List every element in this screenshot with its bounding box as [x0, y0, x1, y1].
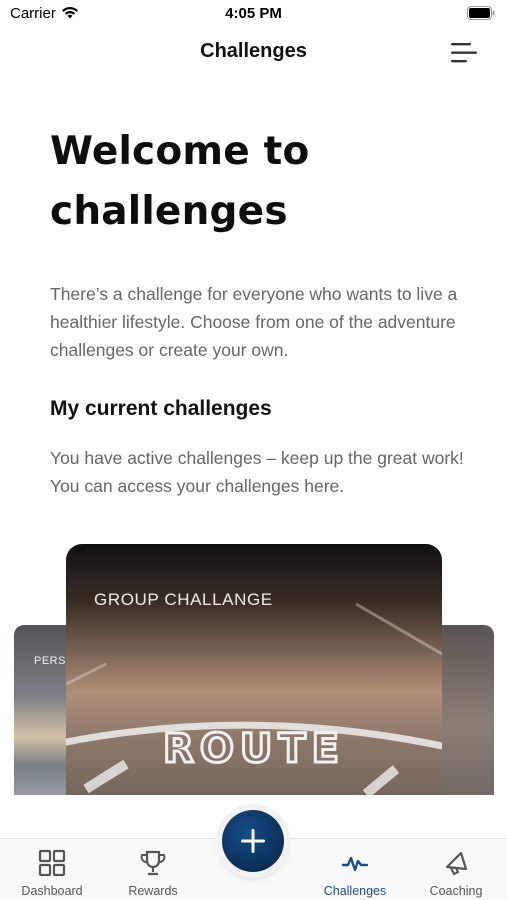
card-label: GROUP CHALLANGE — [94, 590, 273, 609]
battery-icon — [467, 6, 495, 20]
page-title: Challenges — [200, 40, 307, 62]
status-time: 4:05 PM — [225, 5, 282, 22]
grid-icon — [38, 849, 66, 877]
activity-icon — [341, 856, 369, 872]
welcome-title: Welcome to challenges — [50, 122, 470, 242]
tab-label: Challenges — [323, 884, 387, 898]
group-challenge-card[interactable]: ROUTE GROUP CHALLANGE — [66, 544, 442, 800]
plus-icon — [241, 829, 265, 853]
tab-dashboard[interactable]: Dashboard — [2, 839, 102, 900]
nav-bar: Challenges — [0, 30, 507, 78]
challenge-carousel[interactable]: PERSO ROUTE GROUP CHALLANGE — [0, 540, 507, 800]
add-challenge-button[interactable] — [222, 810, 284, 872]
trophy-icon — [140, 850, 166, 876]
tab-rewards[interactable]: Rewards — [103, 839, 203, 900]
tab-label: Coaching — [429, 884, 483, 898]
road-image: ROUTE — [66, 602, 442, 798]
menu-icon[interactable] — [449, 40, 479, 66]
welcome-title-line2: challenges — [50, 189, 288, 234]
welcome-title-line1: Welcome to — [50, 129, 310, 174]
tab-label: Rewards — [128, 884, 178, 898]
tab-label: Dashboard — [21, 884, 83, 898]
route-road-text: ROUTE — [163, 726, 345, 772]
tab-challenges[interactable]: Challenges — [305, 839, 405, 900]
intro-text: There’s a challenge for everyone who wan… — [50, 284, 458, 360]
status-bar: Carrier 4:05 PM — [0, 0, 507, 28]
tab-coaching[interactable]: Coaching — [406, 839, 506, 900]
carousel-bottom-edge — [0, 795, 507, 800]
section-description: You have active challenges – keep up the… — [50, 448, 464, 496]
megaphone-icon — [445, 851, 468, 876]
section-heading: My current challenges — [50, 397, 272, 420]
